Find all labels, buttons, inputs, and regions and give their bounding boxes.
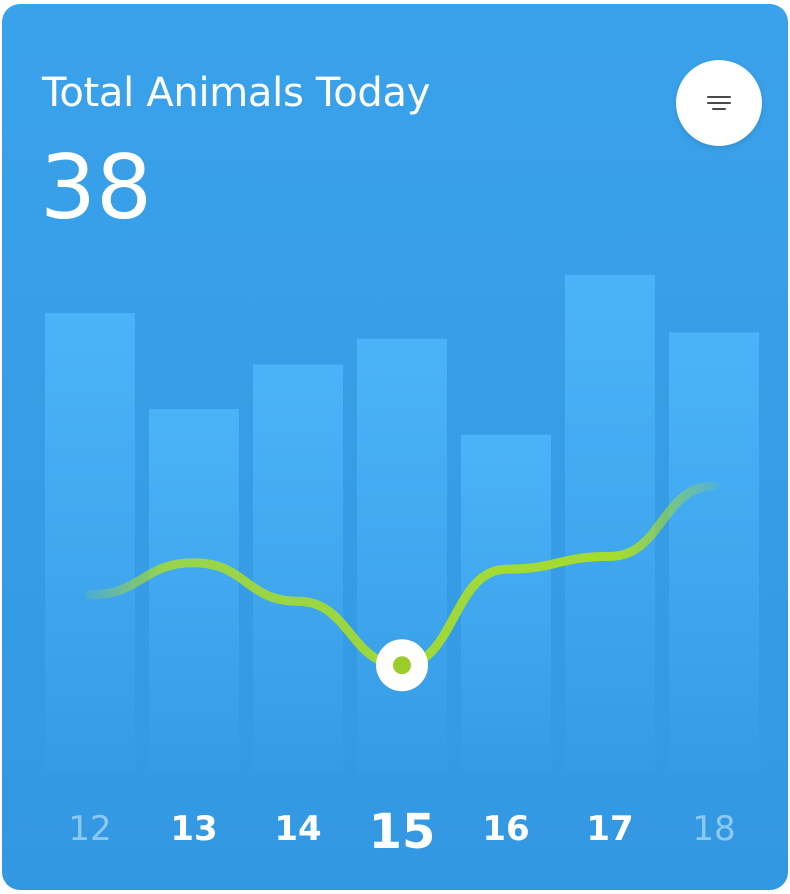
x-tick-16[interactable]: 16 (482, 809, 529, 849)
x-tick-15[interactable]: 15 (369, 804, 436, 860)
chart-bar-14 (253, 364, 343, 774)
x-tick-18[interactable]: 18 (692, 809, 735, 849)
animals-chart: 12 13 14 15 16 17 18 (45, 274, 759, 860)
chart-bar-15 (357, 338, 447, 774)
x-tick-17[interactable]: 17 (586, 809, 633, 849)
x-tick-12[interactable]: 12 (68, 809, 111, 849)
selected-point-dot (393, 656, 411, 675)
chart-bar-16 (461, 434, 551, 774)
x-tick-13[interactable]: 13 (170, 809, 217, 849)
x-tick-14[interactable]: 14 (274, 809, 321, 849)
chart-bar-17 (565, 274, 655, 774)
chart-bar-18 (669, 332, 759, 774)
chart-bar-13 (149, 409, 239, 774)
chart-bar-12 (45, 313, 135, 774)
total-animals-card: Total Animals Today 38 12 13 14 15 16 17 18 (2, 4, 788, 890)
